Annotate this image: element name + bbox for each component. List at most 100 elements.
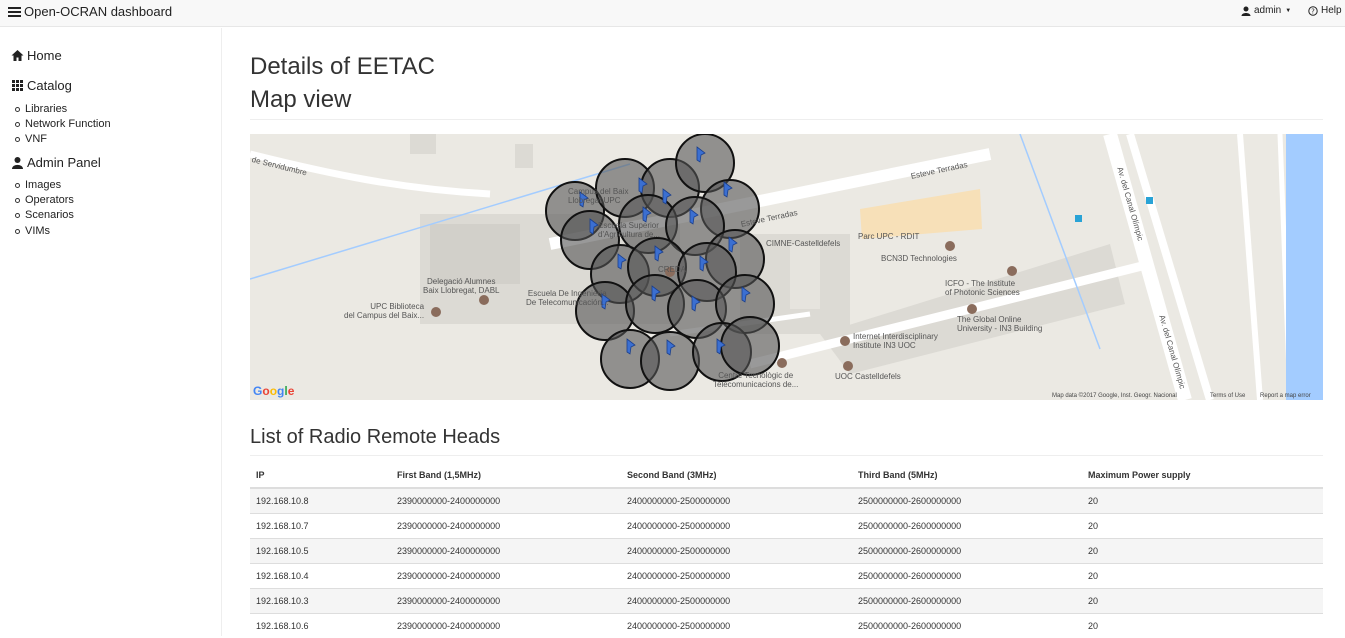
circle-bullet-icon — [15, 212, 20, 218]
poi-icon[interactable] — [967, 304, 977, 314]
circle-bullet-icon — [15, 197, 20, 203]
cell-ip: 192.168.10.3 — [250, 587, 391, 613]
poi-icon[interactable] — [945, 241, 955, 251]
sidebar-item-label: Images — [25, 179, 62, 191]
menu-icon[interactable] — [8, 6, 21, 17]
sidebar-item-scenarios[interactable]: Scenarios — [15, 209, 74, 221]
column-header-max-power: Maximum Power supply — [1082, 463, 1323, 489]
building — [410, 134, 436, 154]
circle-bullet-icon — [15, 228, 20, 234]
help-link[interactable]: ? Help — [1308, 5, 1342, 16]
column-header-third-band: Third Band (5MHz) — [852, 463, 1082, 489]
cell-max-power: 20 — [1082, 537, 1323, 563]
sidebar-item-label: Operators — [25, 194, 74, 206]
circle-bullet-icon — [15, 182, 20, 188]
bus-stop-icon[interactable] — [1075, 215, 1082, 222]
column-header-ip: IP — [250, 463, 391, 489]
cell-ip: 192.168.10.4 — [250, 562, 391, 588]
water-canal — [1286, 134, 1323, 400]
map-label: UPC Biblioteca del Campus del Baix... — [344, 302, 425, 320]
terms-of-use-link[interactable]: Terms of Use — [1210, 393, 1245, 399]
sidebar-item-libraries[interactable]: Libraries — [15, 103, 67, 115]
cell-second-band: 2400000000-2500000000 — [621, 612, 852, 638]
sidebar-item-catalog[interactable]: Catalog — [11, 78, 72, 93]
sidebar-item-vnf[interactable]: VNF — [15, 133, 47, 145]
sidebar: Home Catalog Libraries Network Function … — [0, 28, 222, 636]
map-label: Campus del Baix Llobregat UPC — [568, 187, 629, 205]
cell-first-band: 2390000000-2400000000 — [391, 487, 621, 513]
cell-ip: 192.168.10.8 — [250, 487, 391, 513]
sidebar-item-operators[interactable]: Operators — [15, 194, 74, 206]
main-content: Details of EETAC Map view de Servidumbre… — [223, 28, 1345, 638]
cell-first-band: 2390000000-2400000000 — [391, 512, 621, 538]
table-header-row: IP First Band (1,5MHz) Second Band (3MHz… — [250, 463, 1323, 489]
sidebar-item-label: Catalog — [27, 78, 72, 93]
sidebar-item-label: Home — [27, 48, 62, 63]
poi-icon[interactable] — [843, 361, 853, 371]
user-icon — [12, 157, 23, 169]
sidebar-item-label: Libraries — [25, 103, 68, 115]
google-logo[interactable]: Google — [253, 384, 294, 398]
sidebar-item-images[interactable]: Images — [15, 179, 61, 191]
map-label: CREDA — [658, 265, 687, 274]
cell-first-band: 2390000000-2400000000 — [391, 612, 621, 638]
table-row: 192.168.10.5 2390000000-2400000000 24000… — [250, 537, 1323, 563]
cell-max-power: 20 — [1082, 487, 1323, 513]
building — [790, 244, 820, 309]
poi-icon[interactable] — [1007, 266, 1017, 276]
cell-third-band: 2500000000-2600000000 — [852, 512, 1082, 538]
sidebar-item-label: VNF — [25, 133, 47, 145]
svg-text:?: ? — [1311, 7, 1315, 15]
caret-down-icon: ▼ — [1285, 7, 1292, 14]
cell-second-band: 2400000000-2500000000 — [621, 487, 852, 513]
coverage-circle — [640, 331, 700, 391]
question-circle-icon: ? — [1308, 5, 1318, 16]
building — [515, 144, 533, 168]
cell-second-band: 2400000000-2500000000 — [621, 562, 852, 588]
sidebar-item-admin-panel[interactable]: Admin Panel — [11, 155, 101, 170]
road — [1237, 134, 1263, 400]
cell-ip: 192.168.10.5 — [250, 537, 391, 563]
map-label: Delegació Alumnes Baix Llobregat, DABL — [423, 277, 500, 295]
map-data-attribution: Map data ©2017 Google, Inst. Geogr. Naci… — [1052, 393, 1177, 399]
cell-third-band: 2500000000-2600000000 — [852, 537, 1082, 563]
map-label: The Global Online University - IN3 Build… — [957, 315, 1043, 333]
poi-icon[interactable] — [840, 336, 850, 346]
table-row: 192.168.10.6 2390000000-2400000000 24000… — [250, 612, 1323, 638]
divider — [250, 455, 1323, 456]
grid-icon — [12, 80, 23, 91]
poi-icon[interactable] — [479, 295, 489, 305]
circle-bullet-icon — [15, 121, 20, 127]
cell-max-power: 20 — [1082, 587, 1323, 613]
cell-third-band: 2500000000-2600000000 — [852, 587, 1082, 613]
map-canvas[interactable] — [250, 134, 1323, 400]
map-label: Parc UPC - RDIT — [858, 232, 920, 241]
poi-icon[interactable] — [777, 358, 787, 368]
cell-second-band: 2400000000-2500000000 — [621, 537, 852, 563]
sidebar-item-home[interactable]: Home — [11, 48, 62, 63]
sidebar-item-vims[interactable]: VIMs — [15, 225, 50, 237]
road-servidumbre — [250, 150, 491, 198]
cell-third-band: 2500000000-2600000000 — [852, 612, 1082, 638]
sidebar-item-label: Admin Panel — [27, 155, 101, 170]
top-navbar: Open-OCRAN dashboard admin ▼ ? Help — [0, 0, 1345, 27]
table-row: 192.168.10.4 2390000000-2400000000 24000… — [250, 562, 1323, 588]
bus-stop-icon[interactable] — [1146, 197, 1153, 204]
map-label: UOC Castelldefels — [835, 372, 901, 381]
report-map-error-link[interactable]: Report a map error — [1260, 393, 1311, 399]
cell-second-band: 2400000000-2500000000 — [621, 587, 852, 613]
cell-third-band: 2500000000-2600000000 — [852, 487, 1082, 513]
cell-third-band: 2500000000-2600000000 — [852, 562, 1082, 588]
sidebar-item-network-function[interactable]: Network Function — [15, 118, 111, 130]
column-header-second-band: Second Band (3MHz) — [621, 463, 852, 489]
poi-icon[interactable] — [431, 307, 441, 317]
user-menu[interactable]: admin ▼ — [1241, 5, 1291, 16]
divider — [250, 119, 1323, 120]
cell-first-band: 2390000000-2400000000 — [391, 587, 621, 613]
help-label: Help — [1321, 5, 1342, 16]
brand-link[interactable]: Open-OCRAN dashboard — [8, 4, 172, 19]
building — [430, 224, 520, 284]
map-label: ICFO - The Institute of Photonic Science… — [945, 279, 1020, 297]
map-heading: Map view — [250, 86, 352, 113]
map-view[interactable]: de Servidumbre Esteve Terradas Esteve Te… — [250, 134, 1323, 400]
